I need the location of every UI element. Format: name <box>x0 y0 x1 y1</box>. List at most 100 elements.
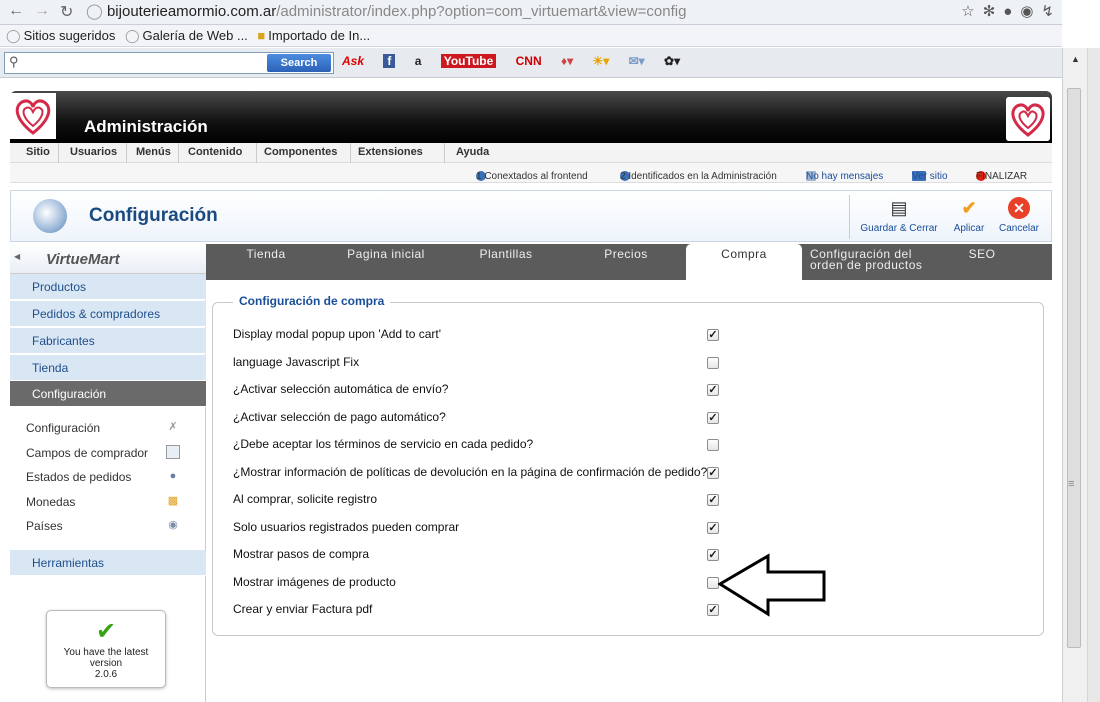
virtuemart-logo: ◀ VirtueMart <box>10 244 206 274</box>
game-icon[interactable]: ♦▾ <box>561 54 573 68</box>
youtube-icon[interactable]: YouTube <box>440 54 497 68</box>
config-tabs: Tienda Pagina inicial Plantillas Precios… <box>206 244 1052 280</box>
scrollbar-rail <box>1087 48 1100 702</box>
page-scrollbar[interactable]: ▲ ≡ <box>1062 48 1100 702</box>
ask-icon[interactable]: Ask <box>342 54 364 68</box>
version-line2: version <box>89 658 123 669</box>
option-checkbox[interactable]: ✓ <box>707 494 719 506</box>
option-checkbox[interactable]: ✓ <box>707 466 719 479</box>
logout-text: FINALIZAR <box>976 171 1028 182</box>
mail-icon[interactable]: ✉▾ <box>629 54 645 68</box>
option-checkbox[interactable]: ✓ <box>707 439 719 451</box>
admin-title: Administración <box>84 117 208 136</box>
skype-icon[interactable]: ✿▾ <box>664 54 680 68</box>
cancel-button[interactable]: ✕ Cancelar <box>995 195 1043 239</box>
sidebar-item-tienda[interactable]: Tienda <box>10 355 206 381</box>
sub-item-estados[interactable]: Estados de pedidos ● <box>26 466 186 488</box>
option-checkbox[interactable]: ✓ <box>707 411 719 424</box>
option-label: language Javascript Fix <box>233 354 360 369</box>
search-icon: ⚲ <box>9 54 19 69</box>
cnn-icon[interactable]: CNN <box>516 54 542 68</box>
menu-contenido[interactable]: Contenido <box>188 146 242 158</box>
option-label: Display modal popup upon 'Add to cart' <box>233 327 442 341</box>
page-title: Configuración <box>89 205 218 226</box>
bookmark-item[interactable]: Sitios sugeridos <box>24 28 116 43</box>
tab-compra[interactable]: Compra <box>686 244 802 280</box>
toolbar-search-button[interactable]: Search <box>267 54 331 72</box>
sub-item-monedas[interactable]: Monedas ▩ <box>26 491 186 513</box>
sidebar-item-configuracion[interactable]: Configuración <box>10 381 206 407</box>
bookmark-item[interactable]: Importado de In... <box>268 28 370 43</box>
tab-tienda[interactable]: Tienda <box>212 244 320 280</box>
bookmark-icon: ◯ <box>124 28 140 43</box>
sub-item-label: Estados de pedidos <box>26 470 132 484</box>
globe-icon: ◉ <box>168 519 178 531</box>
checkmark-icon: ✔ <box>961 198 977 218</box>
back-icon[interactable]: ← <box>8 2 24 20</box>
sidebar: ◀ VirtueMart Productos Pedidos & comprad… <box>10 244 206 702</box>
save-close-button[interactable]: ▤ Guardar & Cerrar <box>859 195 939 239</box>
folder-icon: ■ <box>257 28 266 43</box>
sidebar-item-pedidos[interactable]: Pedidos & compradores <box>10 301 206 327</box>
view-site-text: Ver sitio <box>912 171 948 182</box>
compra-fieldset: Configuración de compra Display modal po… <box>212 294 1044 636</box>
menu-usuarios[interactable]: Usuarios <box>70 146 117 158</box>
facebook-icon[interactable]: f <box>383 54 396 68</box>
menu-menus[interactable]: Menús <box>136 146 171 158</box>
sub-item-configuracion[interactable]: Configuración ✗ <box>26 417 186 439</box>
scrollbar-thumb[interactable] <box>1067 88 1081 648</box>
option-label: ¿Debe aceptar los términos de servicio e… <box>233 437 534 451</box>
weather-icon[interactable]: ☀▾ <box>592 54 609 68</box>
option-label: Mostrar pasos de compra <box>233 547 370 561</box>
option-label: Mostrar imágenes de producto <box>233 574 396 589</box>
config-icon <box>33 199 67 233</box>
admin-menu: Sitio Usuarios Menús Contenido Component… <box>10 143 1052 163</box>
sub-item-campos[interactable]: Campos de comprador <box>26 442 186 464</box>
option-row: ¿Debe aceptar los términos de servicio e… <box>233 431 1033 458</box>
apply-button[interactable]: ✔ Aplicar <box>947 195 991 239</box>
toolbar-search-input[interactable]: ⚲ Search <box>4 52 334 74</box>
tools-icon: ✗ <box>168 421 178 433</box>
option-row: Mostrar imágenes de producto✓ <box>233 569 1033 596</box>
scroll-up-icon[interactable]: ▲ <box>1071 54 1080 64</box>
url-field[interactable]: ◯ bijouterieamormio.com.ar/administrator… <box>86 1 936 23</box>
browser-toolbar: ⚲ Search Ask f a YouTube CNN ♦▾ ☀▾ ✉▾ ✿▾ <box>0 48 1062 78</box>
checkmark-icon: ✔ <box>95 618 117 645</box>
forward-icon[interactable]: → <box>34 2 50 20</box>
tab-orden-productos[interactable]: Configuración del orden de productos <box>804 244 936 280</box>
extension-icons[interactable]: ☆✻●◉↯ <box>961 2 1062 20</box>
bookmark-item[interactable]: Galería de Web ... <box>143 28 248 43</box>
version-number: 2.0.6 <box>94 669 118 680</box>
sidebar-item-fabricantes[interactable]: Fabricantes <box>10 328 206 354</box>
option-label: ¿Activar selección automática de envío? <box>233 382 449 396</box>
option-row: Mostrar pasos de compra ✓ <box>233 541 1033 568</box>
section-title: Configuración de compra <box>233 294 391 308</box>
option-checkbox[interactable]: ✓ <box>707 356 719 369</box>
tab-pagina-inicial[interactable]: Pagina inicial <box>334 244 438 280</box>
amazon-icon[interactable]: a <box>415 54 422 68</box>
tab-plantillas[interactable]: Plantillas <box>460 244 552 280</box>
reload-icon[interactable]: ↻ <box>60 2 73 22</box>
sub-item-paises[interactable]: Países ◉ <box>26 515 186 537</box>
tab-precios[interactable]: Precios <box>580 244 672 280</box>
sidebar-item-productos[interactable]: Productos <box>10 274 206 300</box>
toolbar-divider <box>849 195 850 239</box>
status-icon: ● <box>169 470 177 482</box>
collapse-icon[interactable]: ◀ <box>14 252 20 261</box>
option-checkbox[interactable]: ✓ <box>707 329 719 341</box>
option-label: Solo usuarios registrados pueden comprar <box>233 519 460 534</box>
frontend-users-text: 1 Conextados al frontend <box>476 171 588 182</box>
option-checkbox[interactable]: ✓ <box>707 521 719 534</box>
option-checkbox[interactable]: ✓ <box>707 384 719 396</box>
menu-extensiones[interactable]: Extensiones <box>358 146 423 158</box>
menu-sitio[interactable]: Sitio <box>26 146 50 158</box>
menu-componentes[interactable]: Componentes <box>264 146 337 158</box>
sub-item-label: Países <box>26 519 63 533</box>
heart-logo-right-icon <box>1006 97 1050 141</box>
url-host: bijouterieamormio.com.ar <box>106 3 277 20</box>
tab-seo[interactable]: SEO <box>946 244 1018 280</box>
menu-ayuda[interactable]: Ayuda <box>456 146 489 158</box>
admin-users-text: 2 Identificados en la Administración <box>620 171 777 182</box>
option-row: language Javascript Fix ✓ <box>233 349 1033 376</box>
sidebar-item-herramientas[interactable]: Herramientas <box>10 550 206 576</box>
